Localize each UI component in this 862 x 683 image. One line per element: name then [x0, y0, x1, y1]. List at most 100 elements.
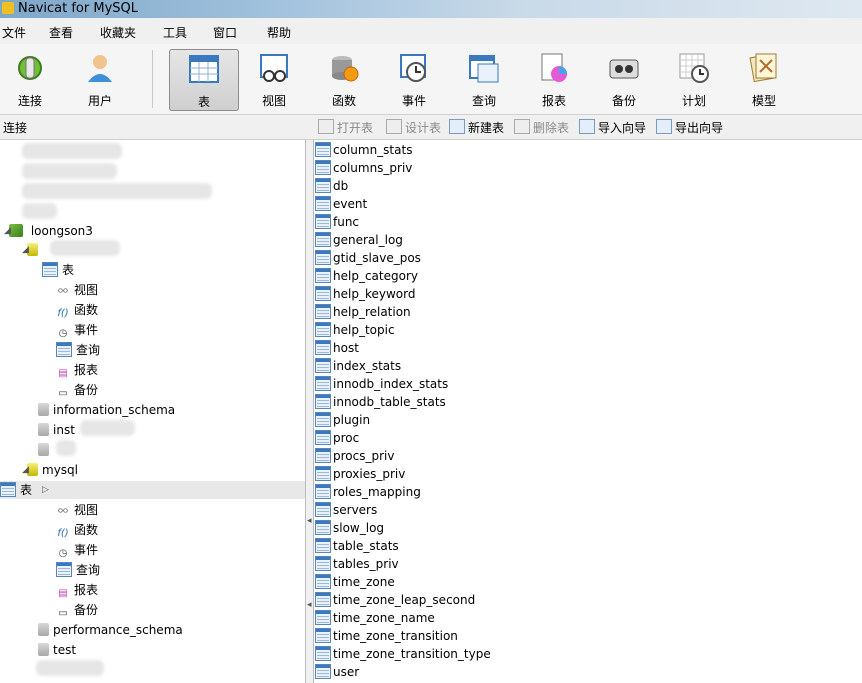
table-list-item[interactable]: innodb_index_stats: [315, 375, 448, 393]
table-list-item[interactable]: help_relation: [315, 303, 411, 321]
table-icon: [315, 394, 331, 409]
table-name: func: [333, 215, 360, 229]
table-list-item[interactable]: index_stats: [315, 357, 401, 375]
tree-events[interactable]: ◷ 事件: [56, 321, 98, 339]
table-name: gtid_slave_pos: [333, 251, 421, 265]
pane-splitter[interactable]: ◂ ◂: [306, 140, 314, 683]
event-label: 事件: [401, 94, 426, 108]
table-list-item[interactable]: slow_log: [315, 519, 384, 537]
table-list-item[interactable]: column_stats: [315, 141, 412, 159]
user-button[interactable]: 用户: [67, 49, 133, 109]
design-table-button[interactable]: 设计表: [386, 119, 441, 136]
tree-functions[interactable]: f() 函数: [56, 521, 98, 539]
tree-events[interactable]: ◷ 事件: [56, 541, 98, 559]
table-button[interactable]: 表: [169, 49, 239, 111]
connection-icon: [14, 52, 46, 84]
table-list-item[interactable]: help_category: [315, 267, 418, 285]
menu-file[interactable]: 文件: [2, 24, 26, 41]
table-list-item[interactable]: time_zone_transition_type: [315, 645, 491, 663]
table-list-item[interactable]: innodb_table_stats: [315, 393, 446, 411]
user-icon: [84, 52, 116, 84]
tree-views[interactable]: ᴼᴼ 视图: [56, 501, 98, 519]
new-table-button[interactable]: 新建表: [449, 119, 504, 136]
function-button[interactable]: 函数: [311, 49, 377, 109]
table-list-item[interactable]: gtid_slave_pos: [315, 249, 421, 267]
report-button[interactable]: 报表: [521, 49, 587, 109]
table-list-item[interactable]: help_keyword: [315, 285, 415, 303]
table-list-item[interactable]: proxies_priv: [315, 465, 405, 483]
connection-tree[interactable]: ◢ loongson3 ◢ ▷ 表 ᴼᴼ视图 f()函数 ◷事件 查询 ▤报表 …: [0, 140, 306, 683]
tree-db-information-schema[interactable]: information_schema: [38, 401, 175, 419]
collapse-arrow-icon: ▷: [42, 485, 49, 495]
table-list-item[interactable]: time_zone: [315, 573, 395, 591]
export-wizard-button[interactable]: 导出向导: [656, 119, 723, 136]
redacted-connection: [22, 163, 117, 179]
open-table-button[interactable]: 打开表: [318, 119, 373, 136]
table-list-item[interactable]: plugin: [315, 411, 370, 429]
table-icon: [315, 484, 331, 499]
table-list-item[interactable]: columns_priv: [315, 159, 412, 177]
table-list-item[interactable]: tables_priv: [315, 555, 399, 573]
tree-connection-loongson3[interactable]: ◢ loongson3: [4, 222, 93, 240]
table-list-item[interactable]: roles_mapping: [315, 483, 421, 501]
tree-backups[interactable]: ▭ 备份: [56, 381, 98, 399]
backup-label: 备份: [611, 94, 636, 108]
tree-tables[interactable]: ▷ 表: [42, 261, 74, 279]
import-wizard-button[interactable]: 导入向导: [579, 119, 646, 136]
table-list-item[interactable]: table_stats: [315, 537, 399, 555]
table-list-item[interactable]: servers: [315, 501, 377, 519]
menu-window[interactable]: 窗口: [213, 24, 237, 41]
tree-backups[interactable]: ▭ 备份: [56, 601, 98, 619]
backup-icon: [608, 52, 640, 84]
view-label: 视图: [261, 94, 286, 108]
schedule-button[interactable]: 计划: [661, 49, 727, 109]
tree-db-inst[interactable]: inst: [38, 421, 75, 439]
table-list-item[interactable]: host: [315, 339, 359, 357]
table-list-item[interactable]: db: [315, 177, 348, 195]
table-list-item[interactable]: time_zone_transition: [315, 627, 458, 645]
backup-button[interactable]: 备份: [591, 49, 657, 109]
event-button[interactable]: 事件: [381, 49, 447, 109]
table-icon: [0, 482, 16, 497]
table-icon: [315, 322, 331, 337]
table-name: index_stats: [333, 359, 402, 373]
table-list-item[interactable]: proc: [315, 429, 359, 447]
tree-db-test[interactable]: test: [38, 641, 76, 659]
table-list-item[interactable]: time_zone_name: [315, 609, 435, 627]
table-name: help_keyword: [333, 287, 416, 301]
menu-help[interactable]: 帮助: [267, 24, 291, 41]
menu-favorites[interactable]: 收藏夹: [100, 24, 136, 41]
tree-queries[interactable]: 查询: [56, 341, 100, 359]
table-icon: [315, 304, 331, 319]
collapse-left-icon: ◂: [307, 600, 312, 610]
tree-tables-selected[interactable]: ▷ 表: [0, 481, 305, 499]
table-list-item[interactable]: help_topic: [315, 321, 395, 339]
tree-queries[interactable]: 查询: [56, 561, 100, 579]
model-button[interactable]: 模型: [731, 49, 797, 109]
main-toolbar: 连接 用户 表 视图 函数 事件 查询 报表 备份 计划 模型: [0, 44, 862, 115]
table-list-item[interactable]: event: [315, 195, 367, 213]
connection-button[interactable]: 连接: [0, 49, 63, 109]
table-list-item[interactable]: procs_priv: [315, 447, 394, 465]
menu-tools[interactable]: 工具: [163, 24, 187, 41]
delete-table-button[interactable]: 删除表: [514, 119, 569, 136]
table-list-item[interactable]: time_zone_leap_second: [315, 591, 475, 609]
tree-db-redacted[interactable]: ◢: [22, 241, 38, 259]
table-list-item[interactable]: func: [315, 213, 359, 231]
view-button[interactable]: 视图: [241, 49, 307, 109]
tree-reports[interactable]: ▤ 报表: [56, 581, 98, 599]
query-button[interactable]: 查询: [451, 49, 517, 109]
menu-view[interactable]: 查看: [49, 24, 73, 41]
tree-db-redacted[interactable]: [38, 441, 49, 459]
table-list-item[interactable]: general_log: [315, 231, 403, 249]
tree-db-performance-schema[interactable]: performance_schema: [38, 621, 183, 639]
tree-views[interactable]: ᴼᴼ 视图: [56, 281, 98, 299]
tree-db-mysql[interactable]: ◢ mysql: [22, 461, 78, 479]
table-icon: [315, 502, 331, 517]
tree-functions[interactable]: f() 函数: [56, 301, 98, 319]
tree-reports[interactable]: ▤ 报表: [56, 361, 98, 379]
table-icon: [42, 262, 58, 277]
table-name: innodb_index_stats: [333, 377, 449, 391]
table-list-item[interactable]: user: [315, 663, 359, 681]
table-list[interactable]: column_stats columns_priv db event func gener…: [314, 140, 862, 683]
